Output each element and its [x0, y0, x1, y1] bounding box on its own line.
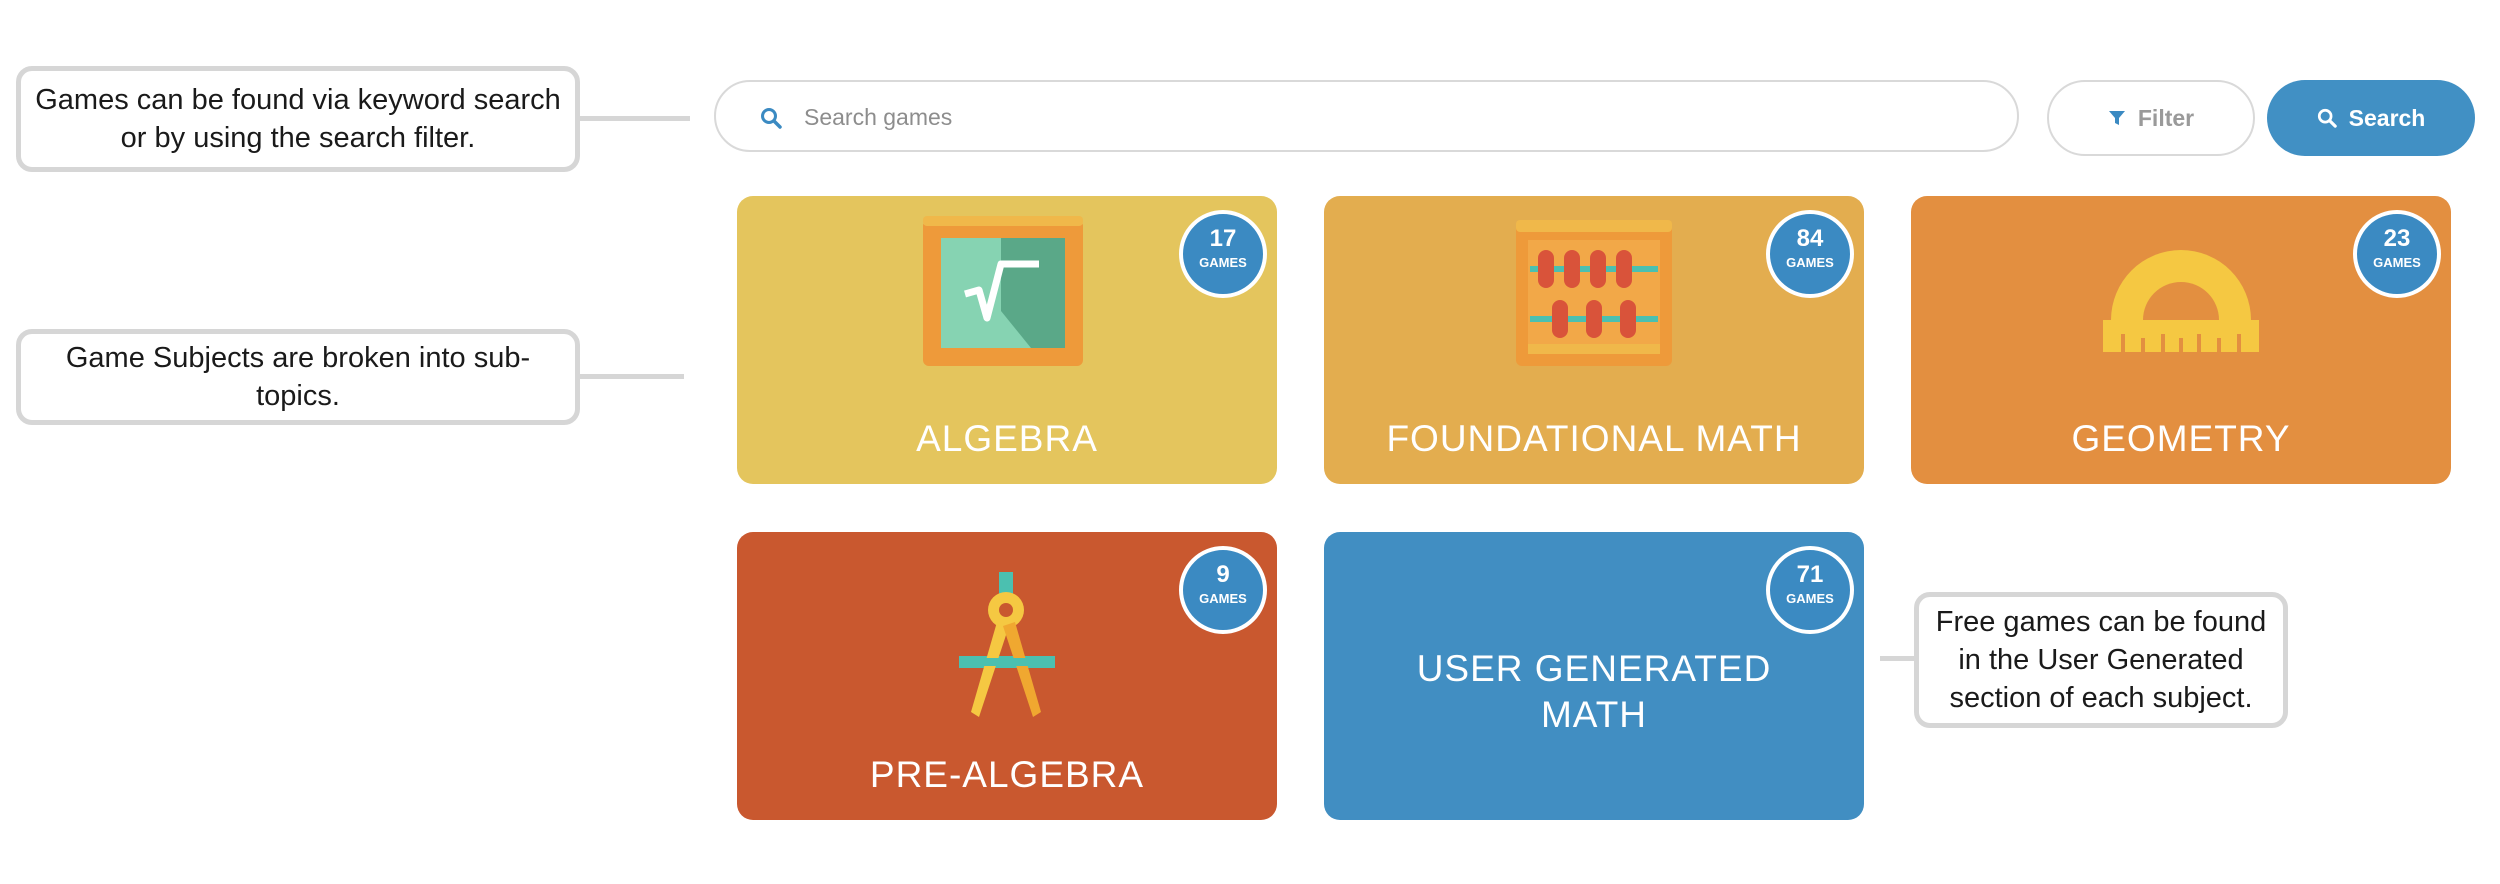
search-icon: [761, 108, 782, 129]
filter-button-label: Filter: [2137, 104, 2195, 131]
game-count: 9: [1216, 561, 1230, 588]
subject-card-pre-algebra[interactable]: PRE-ALGEBRA 9 GAMES: [737, 532, 1277, 820]
user-generated-annotation-connector: [1880, 656, 1914, 661]
search-button-label: Search: [2348, 104, 2426, 131]
game-count-unit: GAMES: [2373, 255, 2421, 270]
compass-icon: [959, 572, 1055, 717]
game-count-unit: GAMES: [1199, 255, 1247, 270]
filter-icon: [2108, 111, 2125, 125]
subject-title: PRE-ALGEBRA: [869, 754, 1145, 795]
game-count-badge: 84 GAMES: [1766, 210, 1854, 298]
game-count-badge: 23 GAMES: [2353, 210, 2441, 298]
subjects-annotation-connector: [580, 374, 684, 379]
subject-title-line-2: MATH: [1540, 694, 1648, 735]
game-count: 23: [2383, 225, 2411, 252]
filter-button[interactable]: Filter: [2047, 80, 2255, 156]
abacus-icon: [1516, 220, 1672, 366]
subject-title-line-1: USER GENERATED: [1416, 648, 1772, 689]
subjects-annotation: Game Subjects are broken into sub-topics…: [16, 329, 580, 425]
subject-title: ALGEBRA: [916, 418, 1098, 459]
subject-card-algebra[interactable]: ALGEBRA 17 GAMES: [737, 196, 1277, 484]
search-annotation: Games can be found via keyword search or…: [16, 66, 580, 172]
search-annotation-text: Games can be found via keyword search or…: [35, 84, 561, 154]
game-count-badge: 9 GAMES: [1179, 546, 1267, 634]
search-annotation-connector: [580, 116, 690, 121]
subject-title: FOUNDATIONAL MATH: [1386, 418, 1802, 459]
square-root-icon: [923, 216, 1083, 366]
search-button[interactable]: Search: [2267, 80, 2475, 156]
subject-title: GEOMETRY: [2071, 418, 2291, 459]
game-count: 84: [1796, 225, 1824, 252]
game-count-badge: 71 GAMES: [1766, 546, 1854, 634]
user-generated-annotation: Free games can be found in the User Gene…: [1914, 592, 2288, 728]
game-count: 17: [1209, 225, 1237, 252]
user-generated-annotation-text: Free games can be found in the User Gene…: [1935, 606, 2267, 714]
search-icon: [2317, 108, 2337, 128]
game-count-unit: GAMES: [1786, 591, 1834, 606]
subjects-annotation-text: Game Subjects are broken into sub-topics…: [65, 342, 531, 412]
subject-card-geometry[interactable]: GEOMETRY 23 GAMES: [1911, 196, 2451, 484]
game-count-unit: GAMES: [1786, 255, 1834, 270]
protractor-icon: [2103, 250, 2259, 352]
game-count-badge: 17 GAMES: [1179, 210, 1267, 298]
search-bar[interactable]: [714, 80, 2019, 152]
game-count: 71: [1796, 561, 1824, 588]
search-input[interactable]: [802, 94, 1986, 140]
subject-card-user-generated-math[interactable]: USER GENERATED MATH 71 GAMES: [1324, 532, 1864, 820]
subject-card-foundational-math[interactable]: FOUNDATIONAL MATH 84 GAMES: [1324, 196, 1864, 484]
game-count-unit: GAMES: [1199, 591, 1247, 606]
